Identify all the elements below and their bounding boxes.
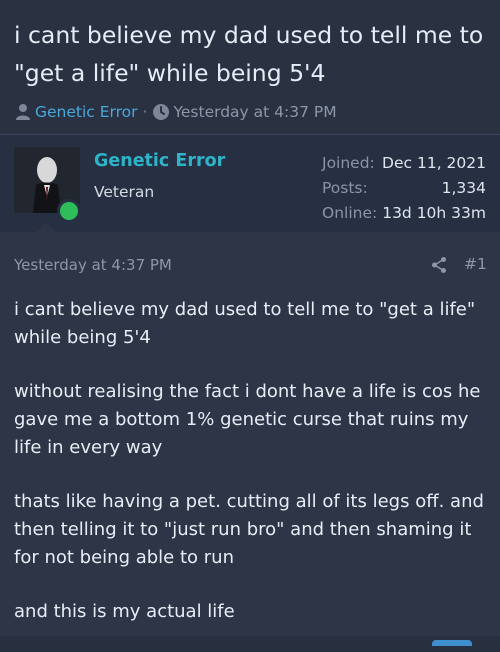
stat-row-posts: Posts: 1,334	[322, 176, 486, 201]
thread-timestamp[interactable]: Yesterday at 4:37 PM	[173, 103, 336, 121]
post-body: Yesterday at 4:37 PM #1 i cant believe m…	[0, 232, 500, 646]
thread-author-link[interactable]: Genetic Error	[35, 103, 138, 121]
user-title: Veteran	[94, 183, 155, 201]
stat-row-online: Online: 13d 10h 33m	[322, 201, 486, 226]
post-paragraph: i cant believe my dad used to tell me to…	[14, 299, 476, 348]
thread-meta: Genetic Error · Yesterday at 4:37 PM	[14, 100, 337, 124]
post-date[interactable]: Yesterday at 4:37 PM	[14, 256, 172, 274]
post-user-block: Genetic Error Veteran Joined: Dec 11, 20…	[0, 135, 500, 231]
post-footer-strip	[0, 636, 500, 646]
stat-label-joined: Joined:	[322, 154, 375, 172]
post-text: i cant believe my dad used to tell me to…	[14, 296, 488, 652]
thread-title: i cant believe my dad used to tell me to…	[14, 21, 484, 87]
user-icon	[16, 104, 30, 120]
share-icon[interactable]	[430, 256, 448, 274]
stat-label-posts: Posts:	[322, 179, 368, 197]
stat-value-online: 13d 10h 33m	[382, 204, 486, 222]
stat-value-posts[interactable]: 1,334	[442, 176, 486, 201]
clock-icon	[153, 104, 170, 120]
post-number-link[interactable]: #1	[464, 255, 487, 273]
meta-separator: ·	[142, 103, 148, 121]
stat-row-joined: Joined: Dec 11, 2021	[322, 151, 486, 176]
post-paragraph: without realising the fact i dont have a…	[14, 381, 481, 458]
post-bubble-arrow	[36, 223, 56, 232]
stat-label-online: Online:	[322, 204, 378, 222]
post-paragraph: thats like having a pet. cutting all of …	[14, 491, 484, 568]
user-stats: Joined: Dec 11, 2021 Posts: 1,334 Online…	[322, 151, 486, 226]
stat-value-joined: Dec 11, 2021	[382, 154, 486, 172]
thread-header: i cant believe my dad used to tell me to…	[0, 0, 500, 134]
username[interactable]: Genetic Error	[94, 151, 225, 171]
post-action-button[interactable]	[432, 640, 472, 646]
online-status-icon	[57, 199, 81, 223]
post-paragraph: and this is my actual life	[14, 601, 235, 622]
